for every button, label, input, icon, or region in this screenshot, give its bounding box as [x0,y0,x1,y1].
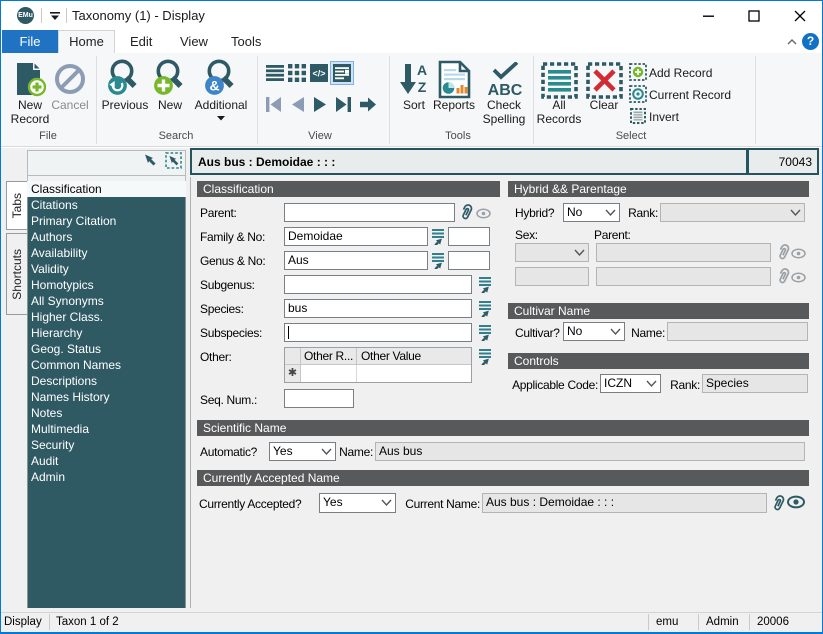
svg-text:A: A [417,62,427,78]
svg-text:Z: Z [418,79,427,95]
svg-text:&: & [209,78,219,94]
svg-text:ABC: ABC [488,82,523,99]
svg-text:</>: </> [312,69,325,79]
